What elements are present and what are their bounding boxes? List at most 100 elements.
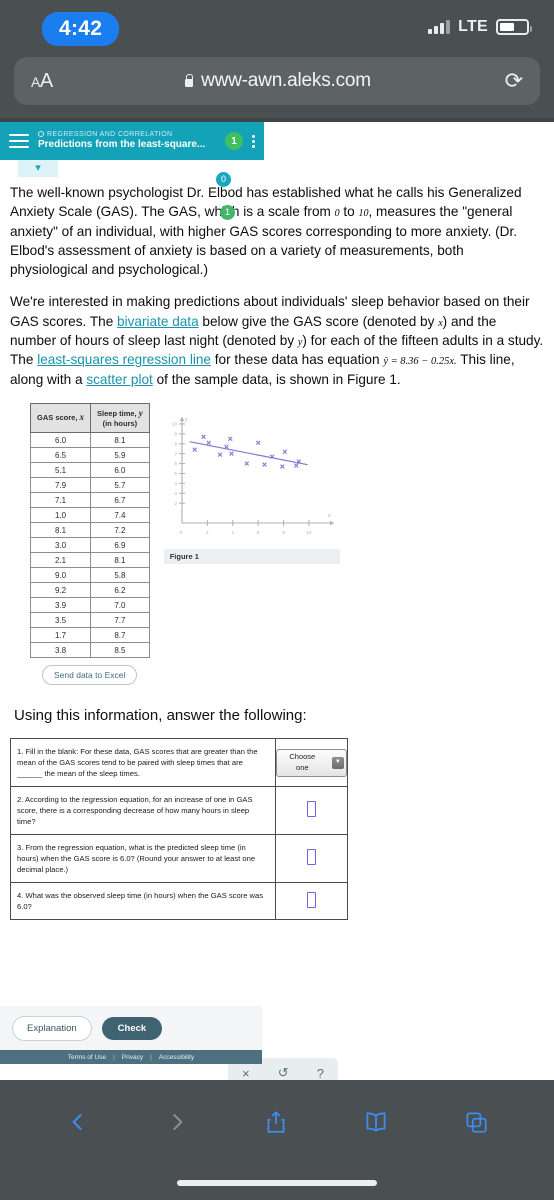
explanation-button[interactable]: Explanation — [12, 1015, 92, 1041]
scatter-point — [244, 460, 249, 466]
tabs-icon[interactable] — [463, 1107, 489, 1137]
progress-badge: 1 — [225, 132, 243, 150]
cell-sleep-time: 7.4 — [90, 507, 150, 524]
cell-gas-score: 5.1 — [29, 462, 92, 479]
cell-sleep-time: 7.0 — [90, 597, 150, 614]
signal-bars-icon — [428, 20, 451, 34]
status-indicators: LTE — [428, 18, 532, 36]
x-tick-label: 10 — [306, 530, 311, 535]
network-label: LTE — [458, 18, 488, 35]
x-tick-label: 8 — [282, 530, 285, 535]
x-axis-arrow — [329, 520, 334, 525]
check-button[interactable]: Check — [101, 1016, 163, 1040]
y-tick-label: 6 — [174, 461, 177, 466]
scatter-point — [223, 444, 229, 449]
cell-sleep-time: 8.7 — [90, 627, 150, 644]
choose-one-dropdown[interactable]: Choose one ▼ — [276, 748, 347, 777]
figure-caption: Figure 1 — [163, 548, 340, 564]
cell-sleep-time: 5.9 — [90, 447, 150, 464]
cell-sleep-time: 6.0 — [90, 462, 150, 479]
home-indicator — [177, 1180, 377, 1186]
help-icon[interactable]: ? — [317, 1066, 324, 1081]
questions-table: 1. Fill in the blank: For these data, GA… — [10, 738, 348, 921]
para2-part-g: of the sample data, is shown in Figure 1… — [152, 372, 401, 388]
status-bar: 4:42 LTE — [0, 0, 554, 57]
table-row: 5.1 6.0 — [29, 462, 150, 479]
link-bivariate-data[interactable]: bivariate data — [117, 314, 199, 329]
chevron-left-icon[interactable] — [65, 1107, 91, 1137]
clear-icon[interactable]: × — [242, 1066, 250, 1081]
y-axis-arrow — [179, 416, 184, 421]
cell-gas-score: 9.0 — [29, 567, 92, 584]
x-tick-label: 2 — [206, 530, 209, 535]
undo-icon[interactable]: ↺ — [278, 1065, 289, 1080]
accessibility-link[interactable]: Accessibility — [159, 1054, 194, 1061]
regression-equation: ŷ = 8.36 − 0.25x. — [383, 356, 457, 368]
cell-gas-score: 3.0 — [29, 537, 92, 554]
collapse-chevron-down-icon[interactable]: ▾ — [18, 160, 58, 177]
table-row: 1.0 7.4 — [29, 507, 150, 524]
hint-badge-green[interactable]: 1 — [220, 205, 235, 220]
column-header-gas: GAS score, x — [29, 402, 92, 434]
question-row: 1. Fill in the blank: For these data, GA… — [10, 738, 348, 788]
footer-links: Terms of Use | Privacy | Accessibility — [0, 1050, 262, 1064]
regression-line — [189, 440, 308, 465]
para2-part-e: for these data has equation — [211, 352, 384, 368]
cell-gas-score: 2.1 — [29, 552, 92, 569]
privacy-link[interactable]: Privacy — [122, 1054, 143, 1061]
bivariate-data-table: GAS score, x Sleep time, y (in hours) 6.0… — [29, 402, 150, 659]
share-icon[interactable] — [263, 1107, 289, 1137]
header-section: REGRESSION AND CORRELATION — [38, 131, 216, 139]
table-row: 7.9 5.7 — [29, 477, 150, 494]
x-tick-label: 4 — [231, 530, 234, 535]
data-table-wrap: GAS score, x Sleep time, y (in hours) 6.0… — [29, 402, 150, 686]
terms-of-use-link[interactable]: Terms of Use — [68, 1054, 106, 1061]
chevron-right-icon[interactable] — [164, 1107, 190, 1137]
link-least-squares-regression-line[interactable]: least-squares regression line — [37, 352, 211, 367]
hamburger-menu-icon[interactable] — [9, 134, 29, 148]
answer-input-4[interactable] — [307, 891, 316, 908]
hint-badge-teal[interactable]: 0 — [216, 172, 231, 187]
answer-input-2[interactable] — [307, 801, 316, 818]
data-and-figure: GAS score, x Sleep time, y (in hours) 6.0… — [29, 402, 544, 686]
url-text: www-awn.aleks.com — [201, 70, 371, 91]
cell-gas-score: 1.0 — [29, 507, 92, 524]
scatter-point — [282, 448, 287, 454]
url-bar-container: AA www-awn.aleks.com ⟳ — [0, 57, 554, 118]
table-header-row: GAS score, x Sleep time, y (in hours) — [29, 402, 150, 434]
cell-gas-score: 1.7 — [29, 627, 92, 644]
send-data-to-excel-button[interactable]: Send data to Excel — [42, 665, 138, 686]
answer-input-3[interactable] — [307, 849, 316, 866]
reload-icon[interactable]: ⟳ — [505, 70, 523, 92]
question-row: 4. What was the observed sleep time (in … — [10, 882, 348, 921]
question-text-4: 4. What was the observed sleep time (in … — [10, 882, 276, 921]
cell-sleep-time: 6.9 — [90, 537, 150, 554]
y-tick-label: 2 — [174, 500, 177, 505]
cell-gas-score: 9.2 — [29, 582, 92, 599]
text-size-button[interactable]: AA — [31, 70, 53, 93]
cell-gas-score: 6.5 — [29, 447, 92, 464]
scatter-point — [206, 440, 211, 445]
table-body: 6.0 8.1 6.5 5.9 5.1 6.0 7.9 5.7 7.1 6.7 1.0 7.4 8.1 7… — [29, 432, 150, 659]
y-tick-label: 5 — [174, 471, 177, 476]
scatter-point — [279, 463, 285, 469]
cell-gas-score: 6.0 — [29, 432, 92, 449]
para2-part-b: below give the GAS score (denoted by — [198, 313, 439, 329]
link-scatter-plot[interactable]: scatter plot — [86, 372, 153, 387]
answer-cell-input-3 — [275, 834, 348, 884]
dropdown-label: Choose one — [289, 751, 316, 772]
y-tick-label: 8 — [174, 441, 177, 446]
kebab-menu-icon[interactable] — [252, 134, 255, 148]
problem-paragraph-2: We're interested in making predictions a… — [10, 292, 544, 389]
answer-cell-input-4 — [275, 882, 348, 921]
address-bar[interactable]: AA www-awn.aleks.com ⟳ — [14, 57, 540, 105]
answer-cell-input-2 — [275, 786, 348, 836]
chevron-down-icon: ▼ — [331, 756, 344, 769]
cell-sleep-time: 8.1 — [90, 552, 150, 569]
y-tick-label: 10 — [172, 421, 177, 426]
answer-cell-select-1: Choose one ▼ — [275, 738, 348, 788]
y-tick-label: 9 — [174, 431, 177, 436]
book-icon[interactable] — [362, 1107, 390, 1137]
x-axis-label: x — [327, 513, 331, 519]
table-row: 8.1 7.2 — [29, 522, 150, 539]
